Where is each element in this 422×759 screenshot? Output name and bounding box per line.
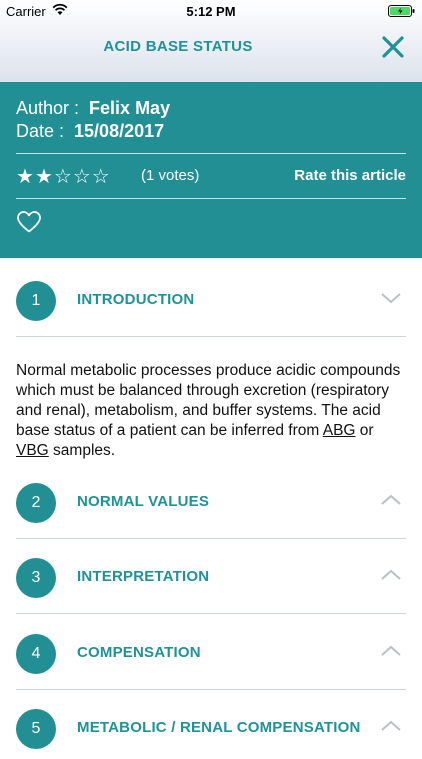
star-icon[interactable]: ★: [35, 166, 54, 188]
intro-text-end: samples.: [48, 442, 116, 459]
close-icon: [382, 36, 404, 58]
star-rating[interactable]: ★★☆☆☆: [16, 164, 111, 189]
chevron-down-icon: [381, 293, 401, 304]
vbg-link[interactable]: VBG: [16, 442, 49, 459]
star-outline-icon[interactable]: ☆: [92, 166, 111, 188]
author-row: Author : Felix May: [16, 98, 170, 119]
author-name: Felix May: [89, 98, 171, 118]
clock: 5:12 PM: [186, 4, 236, 19]
author-label: Author :: [16, 98, 80, 118]
section-metabolic-renal-compensation[interactable]: 5 METABOLIC / RENAL COMPENSATION: [16, 699, 406, 759]
rate-article-button[interactable]: Rate this article: [294, 167, 406, 184]
chevron-up-icon: [381, 569, 401, 580]
intro-text-middle: or: [355, 422, 374, 439]
introduction-text: Normal metabolic processes produce acidi…: [16, 361, 404, 461]
section-introduction[interactable]: 1 INTRODUCTION: [16, 271, 406, 337]
vote-count: (1 votes): [141, 167, 200, 184]
section-compensation[interactable]: 4 COMPENSATION: [16, 624, 406, 690]
abg-link[interactable]: ABG: [323, 422, 356, 439]
star-icon[interactable]: ★: [16, 166, 35, 188]
section-number: 1: [16, 281, 56, 321]
section-title: INTERPRETATION: [77, 568, 210, 585]
article-header: Author : Felix May Date :15/08/2017 ★★☆☆☆…: [0, 82, 422, 258]
section-title: INTRODUCTION: [77, 291, 195, 308]
date-value: 15/08/2017: [74, 121, 165, 141]
section-number: 2: [16, 483, 56, 523]
star-outline-icon[interactable]: ☆: [73, 166, 92, 188]
divider: [16, 538, 406, 539]
heart-icon: [17, 211, 41, 233]
divider: [16, 336, 406, 337]
chevron-up-icon: [381, 720, 401, 731]
section-number: 5: [16, 709, 56, 749]
divider: [16, 613, 406, 614]
section-number: 3: [16, 558, 56, 598]
status-bar: Carrier 5:12 PM: [0, 0, 422, 22]
close-button[interactable]: [380, 34, 406, 60]
battery-icon: [388, 5, 415, 17]
section-normal-values[interactable]: 2 NORMAL VALUES: [16, 473, 406, 539]
section-number: 4: [16, 634, 56, 674]
favorite-button[interactable]: [16, 210, 42, 234]
section-title: COMPENSATION: [77, 644, 201, 661]
divider: [16, 689, 406, 690]
section-title: METABOLIC / RENAL COMPENSATION: [77, 719, 361, 736]
page-title: ACID BASE STATUS: [103, 38, 253, 55]
chevron-up-icon: [381, 645, 401, 656]
star-outline-icon[interactable]: ☆: [54, 166, 73, 188]
section-interpretation[interactable]: 3 INTERPRETATION: [16, 548, 406, 614]
section-title: NORMAL VALUES: [77, 493, 210, 510]
divider: [16, 198, 406, 199]
divider: [16, 153, 406, 154]
date-row: Date : 15/08/2017: [16, 121, 164, 142]
date-label: Date :: [16, 121, 65, 141]
chevron-up-icon: [381, 494, 401, 505]
